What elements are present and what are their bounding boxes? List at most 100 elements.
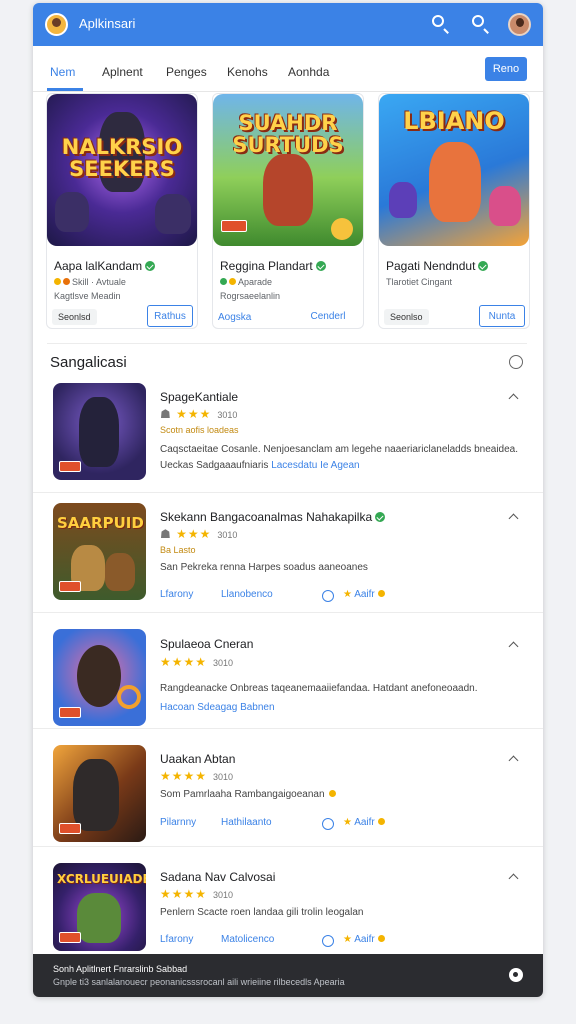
search-icon[interactable] bbox=[430, 14, 450, 34]
coin-icon bbox=[377, 935, 385, 942]
card-chip[interactable]: Seonlso bbox=[384, 309, 429, 325]
rating-count: 3010 bbox=[217, 530, 238, 540]
verified-icon bbox=[478, 261, 489, 271]
thumbnail-badge bbox=[59, 707, 81, 718]
tab-4[interactable]: Kenohs bbox=[227, 65, 268, 79]
thumbnail-badge bbox=[59, 823, 81, 834]
footer-bar: Sonh Aplitlnert Fnrarslinb Sabbad Gnple … bbox=[33, 954, 543, 997]
card-action-button[interactable]: Rathus bbox=[147, 305, 193, 327]
art-badge bbox=[221, 220, 247, 232]
item-link-a[interactable]: Pilarnny bbox=[160, 817, 196, 828]
info-icon[interactable] bbox=[322, 818, 334, 830]
creature-figure bbox=[489, 186, 521, 226]
rate-link[interactable]: ★ Aaifr bbox=[343, 817, 387, 828]
art-title: NALKRSIO SEEKERS bbox=[61, 135, 183, 181]
card-action-button[interactable]: Cenderl bbox=[305, 305, 351, 327]
game-thumbnail: SAARPUID bbox=[53, 503, 146, 600]
tab-action-button[interactable]: Reno bbox=[485, 57, 527, 81]
chevron-up-icon[interactable] bbox=[508, 873, 519, 884]
card-link[interactable]: Aogska bbox=[218, 312, 251, 323]
item-link[interactable]: Hacoan Sdeagag Babnen bbox=[160, 702, 275, 713]
star-icon bbox=[229, 278, 236, 285]
user-avatar[interactable] bbox=[508, 13, 531, 36]
status-icon bbox=[220, 278, 227, 285]
character-figure bbox=[429, 142, 481, 222]
item-link-a[interactable]: Lfarony bbox=[160, 589, 193, 600]
game-art: NALKRSIO SEEKERS bbox=[47, 94, 197, 246]
item-description-2: Hacoan Sdeagag Babnen bbox=[160, 702, 275, 713]
card-meta-text: Tlarotiet Cingant bbox=[386, 277, 453, 287]
list-item[interactable]: Spulaeoa Cneran ★★★★ 3010 Rangdeanacke On… bbox=[33, 613, 543, 729]
rating-count: 3010 bbox=[213, 772, 234, 782]
verified-icon bbox=[315, 261, 326, 271]
game-thumbnail bbox=[53, 629, 146, 726]
creature-figure bbox=[389, 182, 417, 218]
item-description: Penlern Scacte roen landaa gili trolin l… bbox=[160, 907, 364, 918]
section-title: Sangalicasi bbox=[50, 354, 127, 371]
item-link[interactable]: Lacesdatu Ie Agean bbox=[271, 460, 359, 471]
tab-5[interactable]: Aonhda bbox=[288, 65, 329, 79]
app-logo[interactable] bbox=[45, 13, 68, 36]
section-options-icon[interactable] bbox=[509, 355, 523, 369]
badge-icon bbox=[63, 278, 70, 285]
item-tag: Ba Lasto bbox=[160, 545, 196, 555]
rating-stars: ☗ ★★★ 3010 bbox=[160, 407, 238, 421]
item-title: SpageKantiale bbox=[160, 390, 239, 404]
rating-count: 3010 bbox=[213, 890, 234, 900]
chevron-up-icon[interactable] bbox=[508, 641, 519, 652]
thumbnail-title: XCRLUEUIADE bbox=[57, 872, 146, 886]
app-bar: Aplkinsari bbox=[33, 3, 543, 46]
item-description: Som Pamrlaaha Rambangaigoeanan bbox=[160, 789, 338, 800]
item-link-b[interactable]: Llanobenco bbox=[221, 589, 273, 600]
card-subtitle: Kagtlsve Meadin bbox=[54, 291, 121, 301]
item-description: Rangdeanacke Onbreas taqeanemaaiiefandaa… bbox=[160, 683, 478, 694]
tab-2[interactable]: Aplnent bbox=[102, 65, 143, 79]
list-item[interactable]: SAARPUID Skekann Bangacoanalmas Nahakapi… bbox=[33, 493, 543, 613]
item-title: Skekann Bangacoanalmas Nahakapilka bbox=[160, 510, 386, 524]
tab-bar: Nem Aplnent Penges Kenohs Aonhda bbox=[33, 46, 543, 92]
game-art: SUAHDR SURTUDS bbox=[213, 94, 363, 246]
app-title: Aplkinsari bbox=[79, 16, 136, 31]
item-link-a[interactable]: Lfarony bbox=[160, 934, 193, 945]
item-description: Caqsctaeitae Cosanle. Nenjoesanclam am l… bbox=[160, 444, 519, 455]
rate-link[interactable]: ★ Aaifr bbox=[343, 934, 387, 945]
creature-figure bbox=[55, 192, 89, 232]
card-meta: Aparade bbox=[220, 277, 272, 287]
list-item[interactable]: SpageKantiale ☗ ★★★ 3010 Scotn aofis load… bbox=[33, 373, 543, 493]
info-icon[interactable] bbox=[322, 935, 334, 947]
card-action-button[interactable]: Nunta bbox=[479, 305, 525, 327]
game-art: LBIANO bbox=[379, 94, 529, 246]
featured-card[interactable]: LBIANO Pagati Nendndut Tlarotiet Cingant… bbox=[378, 93, 530, 329]
active-tab-indicator bbox=[47, 88, 83, 91]
search-icon-secondary[interactable] bbox=[470, 14, 490, 34]
info-icon[interactable] bbox=[322, 590, 334, 602]
tab-3[interactable]: Penges bbox=[166, 65, 207, 79]
creature-figure bbox=[155, 194, 191, 234]
list-item[interactable]: XCRLUEUIADE Sadana Nav Calvosai ★★★★ 3010… bbox=[33, 847, 543, 953]
item-title: Sadana Nav Calvosai bbox=[160, 870, 276, 884]
character-figure bbox=[263, 154, 313, 226]
help-icon[interactable] bbox=[509, 968, 523, 982]
item-link-b[interactable]: Matolicenco bbox=[221, 934, 274, 945]
chevron-up-icon[interactable] bbox=[508, 755, 519, 766]
art-title: LBIANO bbox=[403, 107, 505, 135]
item-link-b[interactable]: Hathilaanto bbox=[221, 817, 272, 828]
verified-icon bbox=[375, 512, 386, 522]
divider bbox=[47, 343, 527, 344]
chevron-up-icon[interactable] bbox=[508, 393, 519, 404]
item-description-2: Ueckas Sadgaaaufniaris Lacesdatu Ie Agea… bbox=[160, 460, 360, 471]
list-item[interactable]: Uaakan Abtan ★★★★ 3010 Som Pamrlaaha Ramb… bbox=[33, 729, 543, 847]
coin-icon bbox=[377, 818, 385, 825]
thumbnail-badge bbox=[59, 461, 81, 472]
card-title: Reggina Plandart bbox=[220, 259, 326, 273]
tab-1[interactable]: Nem bbox=[50, 65, 75, 79]
featured-card[interactable]: NALKRSIO SEEKERS Aapa lalKandam Skill · … bbox=[46, 93, 198, 329]
coin-icon bbox=[328, 790, 336, 797]
featured-card[interactable]: SUAHDR SURTUDS Reggina Plandart Aparade … bbox=[212, 93, 364, 329]
thumbnail-badge bbox=[59, 932, 81, 943]
character-figure bbox=[105, 553, 135, 591]
chevron-up-icon[interactable] bbox=[508, 513, 519, 524]
card-chip[interactable]: Seonlsd bbox=[52, 309, 97, 325]
rate-link[interactable]: ★ Aaifr bbox=[343, 589, 387, 600]
game-thumbnail bbox=[53, 745, 146, 842]
